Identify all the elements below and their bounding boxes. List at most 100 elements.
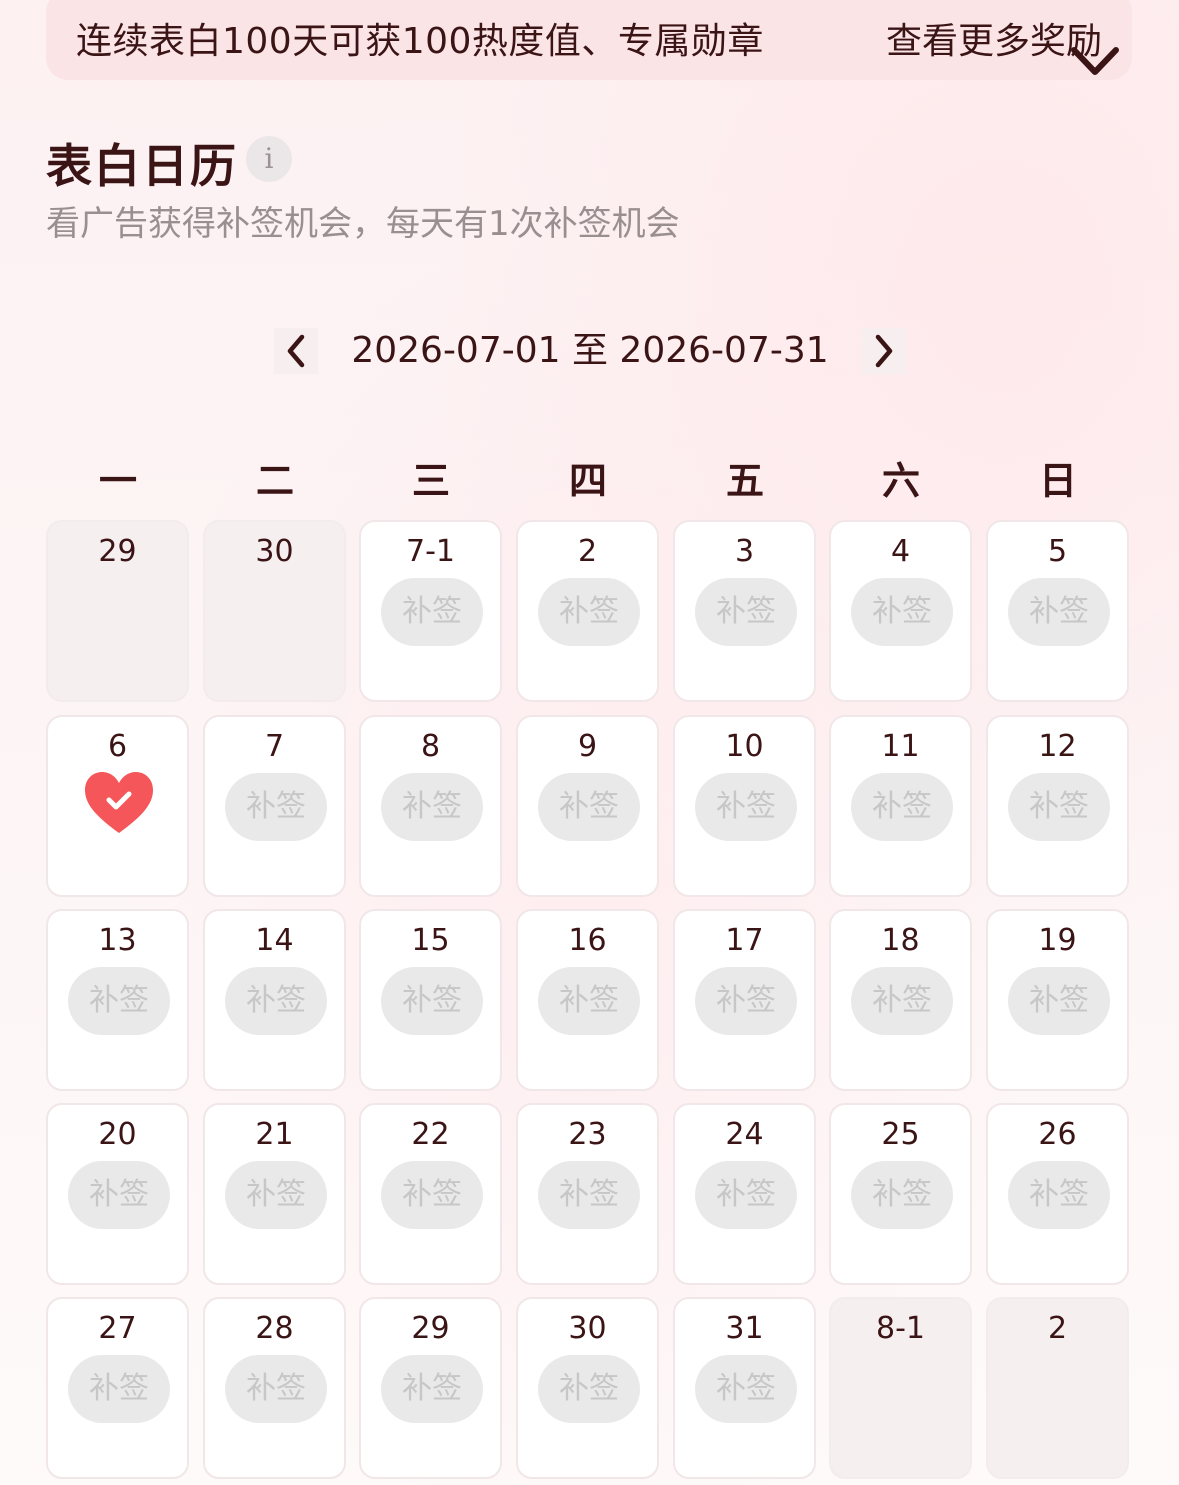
day-number: 8-1 <box>876 1311 925 1346</box>
calendar-day-cell[interactable]: 4 补签 <box>829 520 972 702</box>
makeup-sign-button[interactable]: 补签 <box>695 773 797 841</box>
calendar-day-cell[interactable]: 26 补签 <box>986 1103 1129 1285</box>
day-number: 19 <box>1038 923 1077 958</box>
calendar-day-cell[interactable]: 14 补签 <box>203 909 346 1091</box>
chevron-left-icon <box>287 334 305 368</box>
calendar-day-cell[interactable]: 25 补签 <box>829 1103 972 1285</box>
next-month-button[interactable] <box>862 328 906 374</box>
day-number: 9 <box>577 729 598 764</box>
calendar-day-cell[interactable]: 24 补签 <box>673 1103 816 1285</box>
calendar-day-cell[interactable]: 27 补签 <box>46 1297 189 1479</box>
makeup-sign-button[interactable]: 补签 <box>851 773 953 841</box>
calendar-day-cell[interactable]: 16 补签 <box>516 909 659 1091</box>
day-number: 28 <box>255 1311 294 1346</box>
weekday-tue: 二 <box>255 459 294 503</box>
reward-banner-text: 连续表白100天可获100热度值、专属勋章 <box>76 21 764 62</box>
day-number: 25 <box>881 1117 920 1152</box>
calendar-day-cell[interactable]: 7 补签 <box>203 715 346 897</box>
calendar-day-cell[interactable]: 21 补签 <box>203 1103 346 1285</box>
makeup-sign-button[interactable]: 补签 <box>381 773 483 841</box>
calendar-day-cell[interactable]: 18 补签 <box>829 909 972 1091</box>
makeup-sign-button[interactable]: 补签 <box>1008 967 1110 1035</box>
makeup-sign-button[interactable]: 补签 <box>538 773 640 841</box>
calendar-day-cell: 30 <box>203 520 346 702</box>
makeup-sign-button[interactable]: 补签 <box>538 578 640 646</box>
day-number: 5 <box>1047 534 1068 569</box>
calendar-day-cell[interactable]: 23 补签 <box>516 1103 659 1285</box>
calendar-day-cell[interactable]: 30 补签 <box>516 1297 659 1479</box>
calendar-day-cell[interactable]: 19 补签 <box>986 909 1129 1091</box>
makeup-sign-button[interactable]: 补签 <box>851 578 953 646</box>
day-number: 24 <box>725 1117 764 1152</box>
reward-banner[interactable]: 连续表白100天可获100热度值、专属勋章 查看更多奖励 <box>46 0 1132 80</box>
calendar-day-cell[interactable]: 5 补签 <box>986 520 1129 702</box>
makeup-sign-button[interactable]: 补签 <box>225 967 327 1035</box>
day-number: 30 <box>568 1311 607 1346</box>
makeup-sign-button[interactable]: 补签 <box>538 1355 640 1423</box>
makeup-sign-button[interactable]: 补签 <box>695 967 797 1035</box>
chevron-down-icon[interactable] <box>1070 44 1120 80</box>
makeup-sign-button[interactable]: 补签 <box>851 1161 953 1229</box>
calendar-day-cell[interactable]: 15 补签 <box>359 909 502 1091</box>
makeup-sign-button[interactable]: 补签 <box>1008 578 1110 646</box>
day-number: 2 <box>1047 1311 1068 1346</box>
makeup-sign-button[interactable]: 补签 <box>1008 773 1110 841</box>
makeup-sign-button[interactable]: 补签 <box>538 967 640 1035</box>
info-icon[interactable]: i <box>246 136 292 182</box>
makeup-sign-button[interactable]: 补签 <box>851 967 953 1035</box>
makeup-sign-button[interactable]: 补签 <box>695 1355 797 1423</box>
makeup-sign-button[interactable]: 补签 <box>381 967 483 1035</box>
makeup-sign-button[interactable]: 补签 <box>68 1355 170 1423</box>
calendar-day-cell[interactable]: 8 补签 <box>359 715 502 897</box>
weekday-sun: 日 <box>1038 459 1077 503</box>
weekday-wed: 三 <box>411 459 450 503</box>
day-number: 7-1 <box>406 534 455 569</box>
makeup-sign-button[interactable]: 补签 <box>381 578 483 646</box>
day-number: 6 <box>107 729 128 764</box>
calendar-day-cell[interactable]: 2 补签 <box>516 520 659 702</box>
calendar-day-cell[interactable]: 29 补签 <box>359 1297 502 1479</box>
makeup-sign-button[interactable]: 补签 <box>68 1161 170 1229</box>
day-number: 22 <box>411 1117 450 1152</box>
calendar-day-cell[interactable]: 10 补签 <box>673 715 816 897</box>
calendar-day-cell: 29 <box>46 520 189 702</box>
makeup-sign-button[interactable]: 补签 <box>538 1161 640 1229</box>
makeup-sign-button[interactable]: 补签 <box>1008 1161 1110 1229</box>
calendar-day-cell[interactable]: 12 补签 <box>986 715 1129 897</box>
makeup-sign-button[interactable]: 补签 <box>695 578 797 646</box>
date-range: 2026-07-01 至 2026-07-31 <box>351 330 829 371</box>
day-number: 30 <box>255 534 294 569</box>
calendar-day-cell[interactable]: 3 补签 <box>673 520 816 702</box>
day-number: 15 <box>411 923 450 958</box>
page-subtitle: 看广告获得补签机会，每天有1次补签机会 <box>46 204 680 244</box>
weekday-header: 一 二 三 四 五 六 日 <box>46 450 1134 503</box>
day-number: 7 <box>264 729 285 764</box>
makeup-sign-button[interactable]: 补签 <box>225 773 327 841</box>
day-number: 20 <box>98 1117 137 1152</box>
calendar-day-cell[interactable]: 11 补签 <box>829 715 972 897</box>
calendar-day-cell[interactable]: 9 补签 <box>516 715 659 897</box>
prev-month-button[interactable] <box>274 328 318 374</box>
calendar-day-cell[interactable]: 7-1 补签 <box>359 520 502 702</box>
weekday-mon: 一 <box>98 459 137 503</box>
confession-calendar-page: 连续表白100天可获100热度值、专属勋章 查看更多奖励 表白日历 i 看广告获… <box>0 0 1179 1485</box>
day-number: 4 <box>890 534 911 569</box>
day-number: 11 <box>881 729 920 764</box>
makeup-sign-button[interactable]: 补签 <box>381 1161 483 1229</box>
makeup-sign-button[interactable]: 补签 <box>381 1355 483 1423</box>
calendar-day-cell[interactable]: 22 补签 <box>359 1103 502 1285</box>
calendar-day-cell[interactable]: 6 <box>46 715 189 897</box>
day-number: 3 <box>734 534 755 569</box>
makeup-sign-button[interactable]: 补签 <box>225 1355 327 1423</box>
calendar-day-cell: 8-1 <box>829 1297 972 1479</box>
calendar-day-cell[interactable]: 20 补签 <box>46 1103 189 1285</box>
calendar-day-cell[interactable]: 17 补签 <box>673 909 816 1091</box>
calendar-day-cell[interactable]: 13 补签 <box>46 909 189 1091</box>
makeup-sign-button[interactable]: 补签 <box>225 1161 327 1229</box>
makeup-sign-button[interactable]: 补签 <box>68 967 170 1035</box>
day-number: 8 <box>420 729 441 764</box>
calendar-day-cell[interactable]: 28 补签 <box>203 1297 346 1479</box>
makeup-sign-button[interactable]: 补签 <box>695 1161 797 1229</box>
calendar-day-cell[interactable]: 31 补签 <box>673 1297 816 1479</box>
page-title: 表白日历 <box>46 139 238 193</box>
